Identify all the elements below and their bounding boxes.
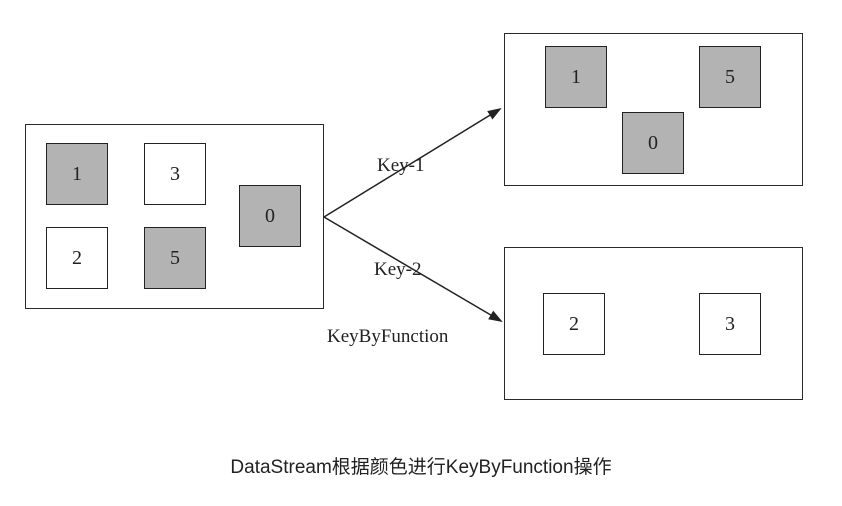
split-arrows xyxy=(323,107,503,323)
diagram-caption: DataStream根据颜色进行KeyByFunction操作 xyxy=(230,457,612,478)
label-key2: Key-2 xyxy=(374,259,422,280)
label-key1: Key-1 xyxy=(377,155,425,176)
label-keybyfunction: KeyByFunction xyxy=(327,326,449,347)
